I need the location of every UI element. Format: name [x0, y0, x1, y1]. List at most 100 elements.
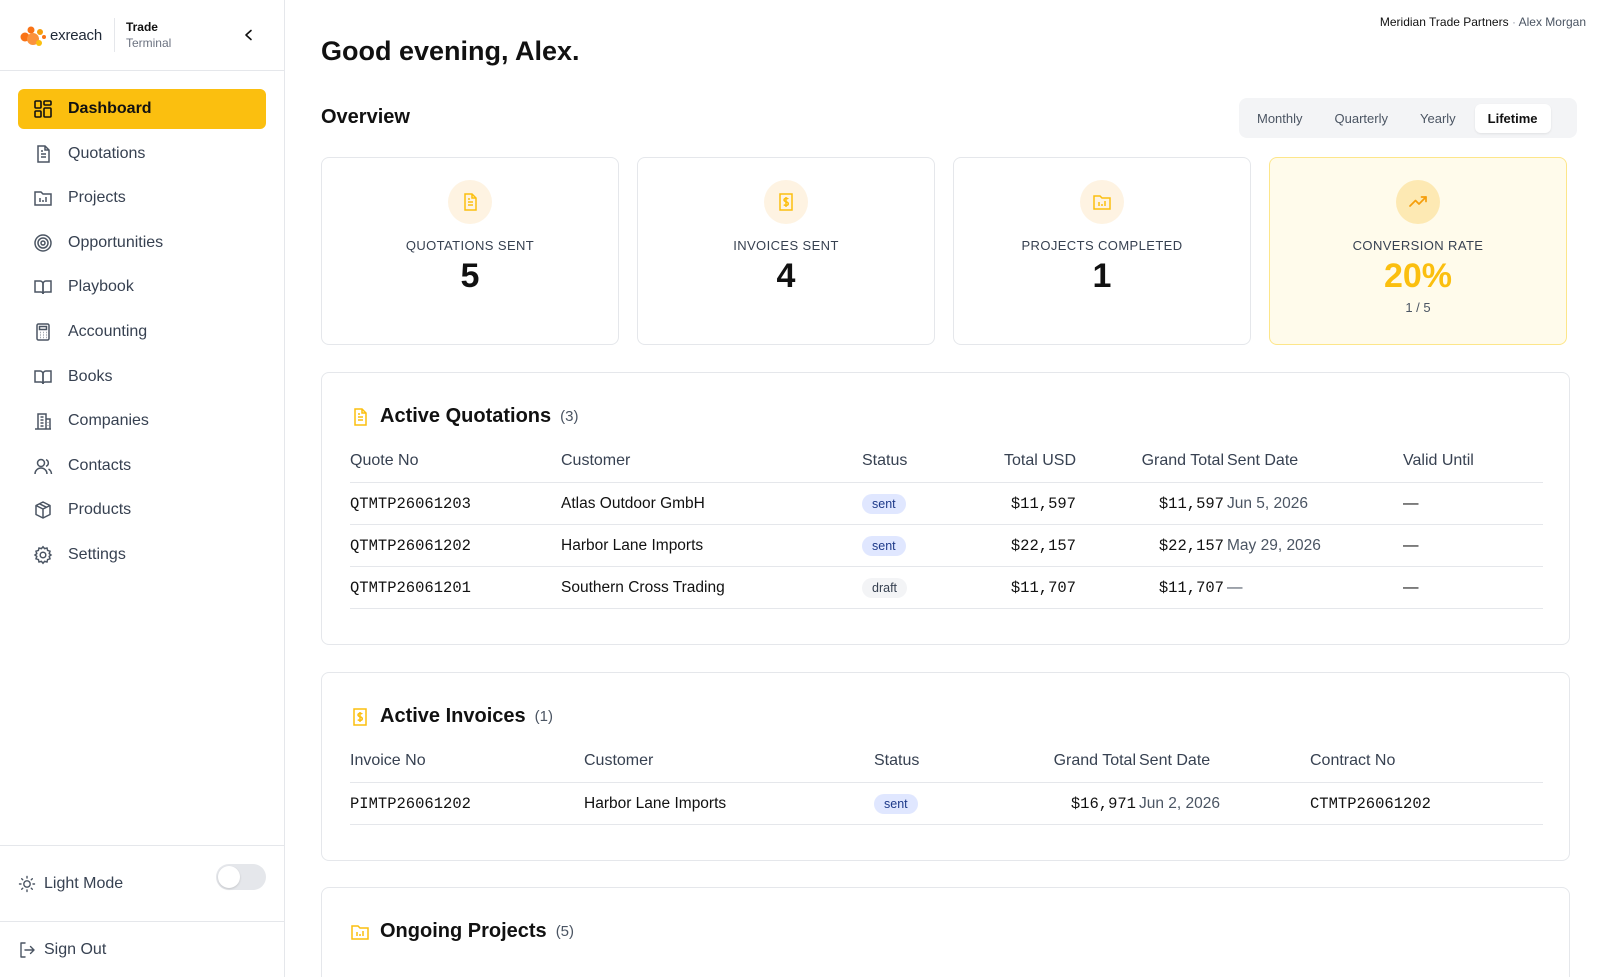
sidebar-item-label: Books [68, 367, 113, 385]
document-icon [32, 143, 54, 165]
sidebar-item-accounting[interactable]: Accounting [18, 312, 266, 352]
ongoing-projects-panel: Ongoing Projects (5) [321, 887, 1570, 977]
exreach-logo-icon [18, 20, 48, 50]
brand-wordmark: exreach [50, 26, 102, 44]
column-header: Customer [584, 751, 654, 769]
total-usd: $11,707 [1010, 578, 1076, 597]
stat-card-projects-completed: PROJECTS COMPLETED 1 [953, 157, 1251, 345]
trending-up-icon [1396, 180, 1440, 224]
tab-quarterly[interactable]: Quarterly [1322, 104, 1401, 133]
section-header: Ongoing Projects (5) [350, 920, 574, 943]
customer-name: Harbor Lane Imports [561, 536, 704, 554]
column-header: Sent Date [1139, 751, 1211, 769]
tab-yearly[interactable]: Yearly [1407, 104, 1469, 133]
stat-card-invoices-sent: INVOICES SENT 4 [637, 157, 935, 345]
quotations-table: Quote No Customer Status Total USD Grand… [350, 439, 1543, 609]
sidebar-item-label: Projects [68, 189, 126, 207]
table-header-row: Quote No Customer Status Total USD Grand… [350, 439, 1543, 483]
main-content: Meridian Trade Partners · Alex Morgan Go… [286, 0, 1600, 977]
customer-name: Harbor Lane Imports [584, 794, 727, 812]
sidebar-item-playbook[interactable]: Playbook [18, 267, 266, 307]
app-title: Trade Terminal [126, 19, 171, 51]
contract-number-link[interactable]: CTMTP26061202 [1310, 783, 1431, 824]
sidebar-item-label: Settings [68, 545, 126, 563]
gear-icon [32, 544, 54, 566]
table-row[interactable]: PIMTP26061202 Harbor Lane Imports sent $… [350, 783, 1543, 825]
building-icon [32, 410, 54, 432]
column-header: Status [874, 751, 920, 769]
column-header: Status [862, 451, 908, 469]
sidebar-item-settings[interactable]: Settings [18, 535, 266, 575]
brand-header: exreach Trade Terminal [0, 0, 284, 71]
folder-chart-icon [1080, 180, 1124, 224]
status-badge: sent [874, 793, 918, 814]
stat-value: 1 [1092, 257, 1112, 295]
sign-out-button[interactable]: Sign Out [0, 921, 284, 977]
sidebar: exreach Trade Terminal Dashboard Quotati… [0, 0, 285, 977]
sign-out-icon [18, 941, 36, 959]
sidebar-item-companies[interactable]: Companies [18, 401, 266, 441]
status-cell: sent [862, 525, 906, 566]
stat-subvalue: 1 / 5 [1405, 300, 1431, 315]
theme-toggle[interactable] [216, 864, 266, 890]
chevron-left-icon [245, 29, 252, 41]
stat-card-conversion-rate: CONVERSION RATE 20% 1 / 5 [1269, 157, 1567, 345]
stat-label: QUOTATIONS SENT [405, 238, 535, 253]
collapse-sidebar-button[interactable] [240, 26, 258, 44]
invoice-number: PIMTP26061202 [350, 794, 471, 813]
greeting-heading: Good evening, Alex. [321, 36, 580, 66]
folder-chart-icon [350, 921, 372, 943]
table-row[interactable]: QTMTP26061201 Southern Cross Trading dra… [350, 567, 1543, 609]
table-row[interactable]: QTMTP26061202 Harbor Lane Imports sent $… [350, 525, 1543, 567]
section-title: Active Invoices [380, 705, 526, 727]
sent-date: — [1227, 578, 1243, 596]
sidebar-item-dashboard[interactable]: Dashboard [18, 89, 266, 129]
section-header: Active Quotations (3) [350, 405, 578, 428]
active-invoices-panel: Active Invoices (1) Invoice No Customer … [321, 672, 1570, 861]
overview-title: Overview [321, 106, 410, 128]
sun-icon [18, 875, 36, 893]
users-icon [32, 455, 54, 477]
sidebar-item-projects[interactable]: Projects [18, 178, 266, 218]
sign-out-label: Sign Out [44, 940, 107, 958]
period-tabs: Monthly Quarterly Yearly Lifetime [1239, 98, 1577, 138]
document-icon [350, 406, 372, 428]
status-cell: sent [874, 783, 918, 824]
valid-until: — [1403, 578, 1419, 596]
column-header: Sent Date [1227, 451, 1299, 469]
stat-label: CONVERSION RATE [1352, 238, 1484, 253]
sent-date: May 29, 2026 [1227, 536, 1321, 554]
sent-date: Jun 2, 2026 [1139, 794, 1221, 812]
column-header: Quote No [350, 451, 419, 469]
tab-lifetime[interactable]: Lifetime [1474, 103, 1551, 133]
app-title-line2: Terminal [125, 36, 172, 50]
sidebar-nav: Dashboard Quotations Projects Opportunit… [0, 71, 284, 575]
sidebar-item-opportunities[interactable]: Opportunities [18, 223, 266, 263]
sidebar-item-books[interactable]: Books [18, 357, 266, 397]
total-usd: $11,597 [1010, 494, 1076, 513]
invoice-dollar-icon [350, 706, 372, 728]
customer-name: Southern Cross Trading [561, 578, 725, 596]
sidebar-item-label: Companies [68, 412, 149, 430]
calculator-icon [32, 321, 54, 343]
customer-name: Atlas Outdoor GmbH [561, 494, 705, 512]
toggle-knob [218, 866, 240, 888]
stat-value: 20% [1383, 257, 1453, 295]
grand-total: $16,971 [1070, 794, 1136, 813]
invoices-table: Invoice No Customer Status Grand Total S… [350, 739, 1543, 825]
sidebar-item-products[interactable]: Products [18, 490, 266, 530]
sidebar-item-quotations[interactable]: Quotations [18, 134, 266, 174]
sidebar-item-contacts[interactable]: Contacts [18, 446, 266, 486]
stat-card-quotations-sent: QUOTATIONS SENT 5 [321, 157, 619, 345]
brand-divider [113, 18, 115, 52]
sidebar-item-label: Playbook [68, 278, 134, 296]
quote-number: QTMTP26061202 [350, 536, 471, 555]
sent-date: Jun 5, 2026 [1227, 494, 1309, 512]
quote-number: QTMTP26061203 [350, 494, 471, 513]
table-row[interactable]: QTMTP26061203 Atlas Outdoor GmbH sent $1… [350, 483, 1543, 525]
dashboard-grid-icon [32, 98, 54, 120]
status-cell: sent [862, 483, 906, 524]
folder-chart-icon [32, 187, 54, 209]
tab-monthly[interactable]: Monthly [1244, 104, 1316, 133]
column-header: Total USD [1003, 451, 1076, 469]
